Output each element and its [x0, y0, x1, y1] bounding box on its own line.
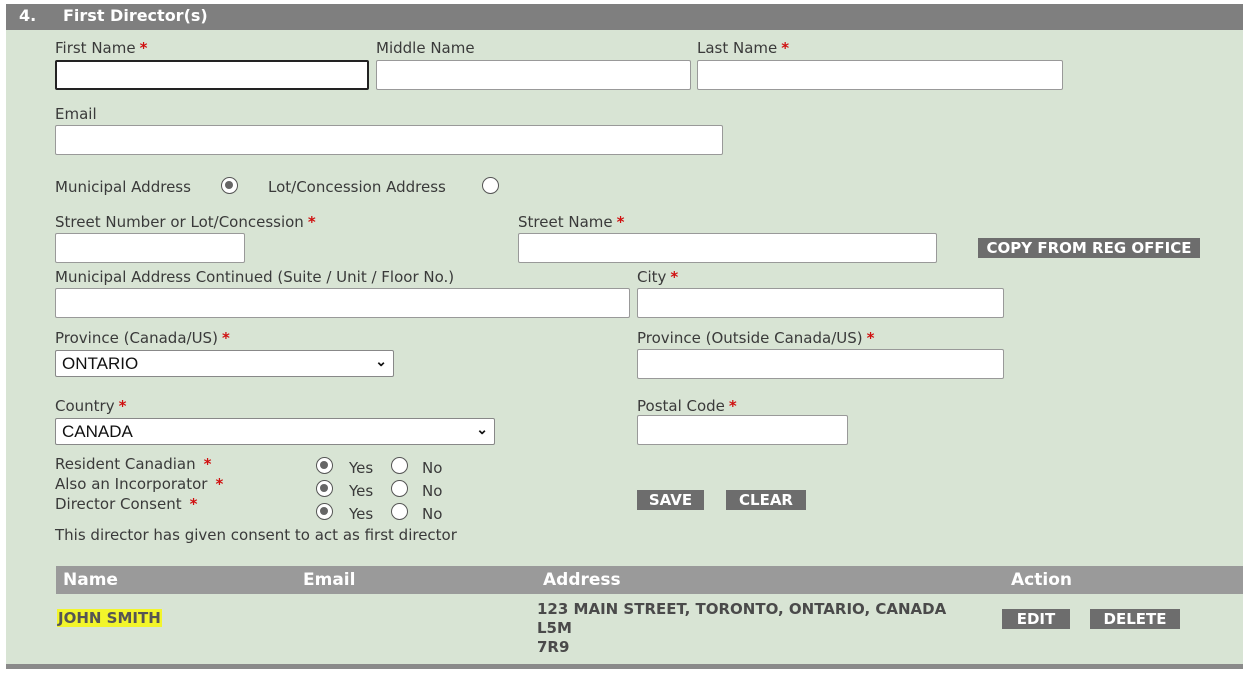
director-address-cell: 123 MAIN STREET, TORONTO, ONTARIO, CANAD…	[537, 600, 977, 657]
required-marker: *	[616, 213, 625, 231]
director-name: JOHN SMITH	[57, 609, 162, 627]
resident-canadian-label: Resident Canadian *	[55, 455, 212, 473]
province-canada-us-select[interactable]: ONTARIO ⌄	[55, 350, 394, 377]
postal-code-input[interactable]	[637, 415, 848, 445]
section-title: First Director(s)	[63, 6, 208, 25]
municipal-address-label: Municipal Address	[55, 178, 191, 196]
directors-table-header: Name Email Address Action	[56, 566, 1243, 594]
chevron-down-icon: ⌄	[375, 353, 387, 369]
first-directors-panel: 4. First Director(s) First Name * Middle …	[6, 4, 1243, 669]
copy-from-reg-office-button[interactable]: COPY FROM REG OFFICE	[978, 238, 1200, 258]
required-marker: *	[307, 213, 316, 231]
no-label: No	[422, 459, 443, 477]
country-label: Country *	[55, 397, 127, 415]
yes-label: Yes	[349, 482, 374, 500]
also-incorporator-yes-radio[interactable]	[316, 480, 333, 497]
no-label: No	[422, 482, 443, 500]
edit-button[interactable]: EDIT	[1002, 609, 1070, 629]
address-line-1: 123 MAIN STREET, TORONTO, ONTARIO, CANAD…	[537, 600, 947, 637]
address-continued-label: Municipal Address Continued (Suite / Uni…	[55, 268, 455, 286]
required-marker: *	[866, 329, 875, 347]
clear-button[interactable]: CLEAR	[726, 490, 806, 510]
director-name-cell: JOHN SMITH	[57, 609, 162, 627]
required-marker: *	[781, 39, 790, 57]
delete-button[interactable]: DELETE	[1090, 609, 1180, 629]
consent-note: This director has given consent to act a…	[55, 526, 457, 544]
first-name-label: First Name *	[55, 39, 148, 57]
required-marker: *	[139, 39, 148, 57]
yes-label: Yes	[349, 459, 374, 477]
country-selected-value: CANADA	[62, 422, 133, 441]
city-label: City *	[637, 268, 679, 286]
last-name-label: Last Name *	[697, 39, 790, 57]
last-name-input[interactable]	[697, 60, 1063, 90]
director-consent-yes-radio[interactable]	[316, 503, 333, 520]
no-label: No	[422, 505, 443, 523]
address-line-2: 7R9	[537, 638, 570, 656]
middle-name-input[interactable]	[376, 60, 691, 90]
email-label: Email	[55, 105, 97, 123]
also-incorporator-no-radio[interactable]	[391, 480, 408, 497]
col-header-action: Action	[1011, 570, 1072, 590]
province-outside-label: Province (Outside Canada/US) *	[637, 329, 875, 347]
chevron-down-icon: ⌄	[476, 421, 488, 437]
section-header: 4. First Director(s)	[6, 4, 1243, 30]
required-marker: *	[118, 397, 127, 415]
city-input[interactable]	[637, 288, 1004, 318]
section-number: 4.	[19, 6, 37, 25]
middle-name-label: Middle Name	[376, 39, 475, 57]
street-number-input[interactable]	[55, 233, 245, 263]
required-marker: *	[670, 268, 679, 286]
lot-concession-label: Lot/Concession Address	[268, 178, 446, 196]
first-name-input[interactable]	[55, 60, 369, 90]
province-outside-input[interactable]	[637, 349, 1004, 379]
street-name-label: Street Name *	[518, 213, 625, 231]
province-selected-value: ONTARIO	[62, 354, 139, 373]
email-input[interactable]	[55, 125, 723, 155]
resident-canadian-yes-radio[interactable]	[316, 457, 333, 474]
required-marker: *	[215, 475, 224, 493]
director-consent-no-radio[interactable]	[391, 503, 408, 520]
postal-code-label: Postal Code *	[637, 397, 737, 415]
street-name-input[interactable]	[518, 233, 937, 263]
save-button[interactable]: SAVE	[637, 490, 704, 510]
address-continued-input[interactable]	[55, 288, 630, 318]
street-number-label: Street Number or Lot/Concession *	[55, 213, 316, 231]
also-incorporator-label: Also an Incorporator *	[55, 475, 224, 493]
col-header-email: Email	[303, 570, 356, 590]
lot-concession-radio[interactable]	[482, 177, 499, 194]
required-marker: *	[189, 495, 198, 513]
col-header-name: Name	[63, 570, 118, 590]
resident-canadian-no-radio[interactable]	[391, 457, 408, 474]
required-marker: *	[203, 455, 212, 473]
required-marker: *	[221, 329, 230, 347]
director-consent-label: Director Consent *	[55, 495, 198, 513]
province-canada-us-label: Province (Canada/US) *	[55, 329, 230, 347]
country-select[interactable]: CANADA ⌄	[55, 418, 495, 445]
municipal-address-radio[interactable]	[221, 177, 238, 194]
yes-label: Yes	[349, 505, 374, 523]
required-marker: *	[728, 397, 737, 415]
col-header-address: Address	[543, 570, 621, 590]
